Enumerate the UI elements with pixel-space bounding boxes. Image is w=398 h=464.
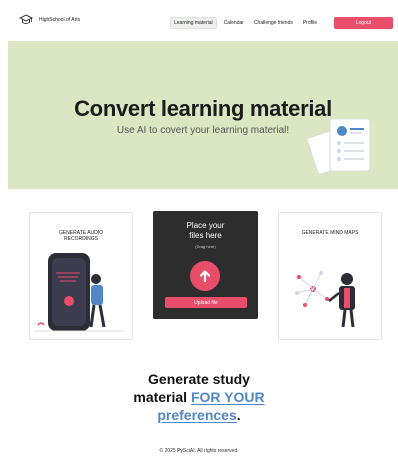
- nav-links: Learning material Calendar Challenge fri…: [170, 17, 320, 29]
- tagline-line2-text: material: [133, 389, 191, 405]
- graduation-cap-icon: [19, 14, 33, 24]
- file-dropzone[interactable]: Place your files here (Drag here) Upload…: [153, 211, 258, 319]
- audio-recording-illustration: [34, 253, 124, 332]
- nav-link-calendar[interactable]: Calendar: [221, 18, 247, 28]
- tagline-line3-end: .: [236, 407, 241, 423]
- generate-audio-label: GENERATE AUDIO RECORDINGS: [58, 230, 104, 242]
- logout-button[interactable]: Logout: [334, 17, 393, 29]
- nav-link-challenge-friends[interactable]: Challenge friends: [251, 18, 296, 28]
- tagline-line3: preferences.: [0, 406, 398, 424]
- dropzone-title: Place your files here: [153, 221, 258, 241]
- documents-illustration: [308, 118, 371, 175]
- tagline: Generate study material FOR YOUR prefere…: [0, 370, 398, 424]
- upload-file-button[interactable]: Upload file: [165, 297, 247, 308]
- dropzone-title-line2: files here: [189, 231, 222, 240]
- dropzone-title-line1: Place your: [186, 221, 225, 230]
- generate-mind-maps-label: GENERATE MIND MAPS: [301, 230, 359, 236]
- tagline-highlight-for-your: FOR YOUR: [190, 389, 265, 405]
- generate-mind-maps-card[interactable]: GENERATE MIND MAPS: [278, 212, 382, 340]
- navbar: HighSchool of Arts Learning material Cal…: [0, 0, 398, 40]
- generate-audio-card[interactable]: GENERATE AUDIO RECORDINGS: [29, 212, 133, 340]
- mind-map-illustration: [295, 271, 355, 328]
- upload-arrow-icon[interactable]: [190, 261, 220, 291]
- dropzone-hint: (Drag here): [195, 244, 216, 249]
- tagline-line1: Generate study: [148, 371, 250, 387]
- footer-copyright: © 2025 PySciAI. All rights reserved.: [159, 448, 239, 454]
- nav-link-profile[interactable]: Profile: [300, 18, 320, 28]
- brand[interactable]: HighSchool of Arts: [19, 14, 80, 26]
- tagline-line2: material FOR YOUR: [0, 388, 398, 406]
- hero-banner: Convert learning material Use AI to cove…: [8, 41, 398, 189]
- tagline-highlight-preferences: preferences: [157, 407, 237, 423]
- brand-name: HighSchool of Arts: [39, 17, 81, 23]
- nav-link-learning-material[interactable]: Learning material: [170, 17, 217, 29]
